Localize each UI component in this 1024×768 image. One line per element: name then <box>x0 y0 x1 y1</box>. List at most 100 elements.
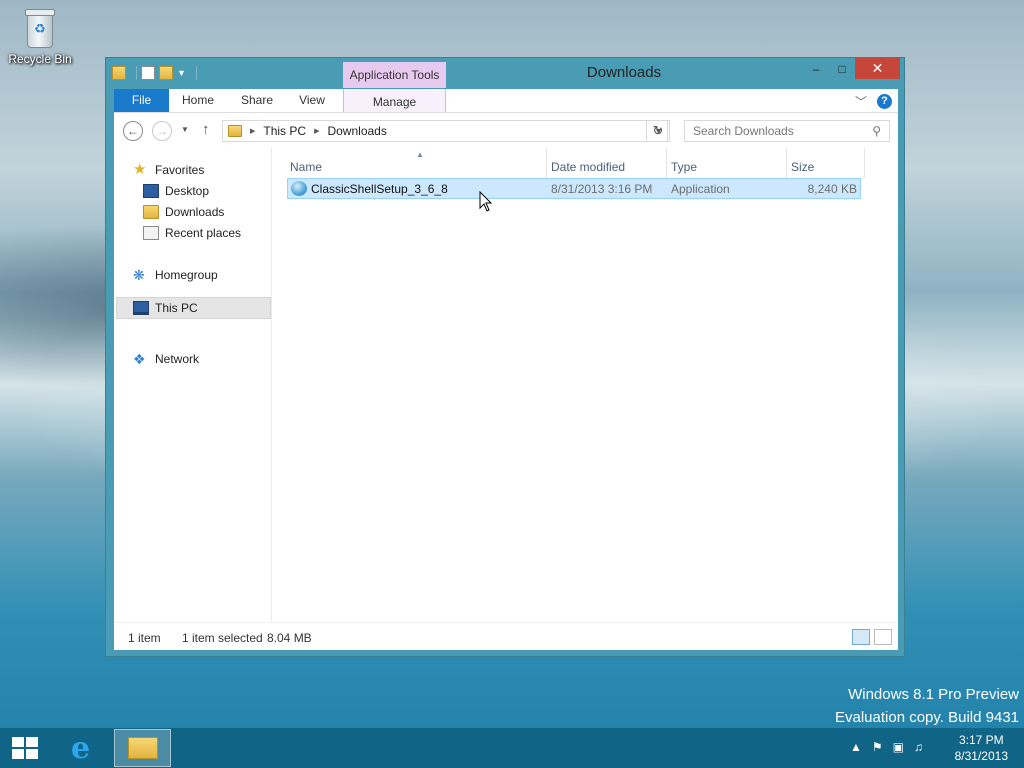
table-row[interactable]: ClassicShellSetup_3_6_8 8/31/2013 3:16 P… <box>287 178 861 199</box>
nav-downloads-label: Downloads <box>165 205 225 219</box>
item-count: 1 item <box>128 631 161 645</box>
breadcrumb-this-pc[interactable]: This PC <box>263 124 306 138</box>
nav-favorites-label: Favorites <box>155 163 205 177</box>
column-divider[interactable] <box>546 148 547 178</box>
title-bar[interactable]: ▼ Application Tools Downloads – □ ✕ <box>106 58 904 88</box>
star-icon: ★ <box>133 161 147 178</box>
tab-share[interactable]: Share <box>234 89 280 112</box>
status-bar: 1 item 1 item selected 8.04 MB <box>114 622 898 650</box>
downloads-folder-icon <box>143 205 159 219</box>
selection-size: 8.04 MB <box>267 631 312 645</box>
tab-home[interactable]: Home <box>174 89 222 112</box>
nav-recent-places-label: Recent places <box>165 226 242 240</box>
breadcrumb-separator-icon[interactable]: ▶ <box>314 127 319 135</box>
recent-places-icon <box>143 226 159 240</box>
content-area: ★ Favorites Desktop Downloads Recent pla… <box>114 148 898 622</box>
downloads-folder-icon <box>228 125 242 137</box>
internet-explorer-icon[interactable]: e <box>52 729 109 767</box>
file-type: Application <box>671 182 730 196</box>
tab-manage[interactable]: Manage <box>343 89 446 112</box>
refresh-button[interactable]: ↻ <box>646 120 670 142</box>
breadcrumb-downloads[interactable]: Downloads <box>327 124 386 138</box>
start-button[interactable] <box>12 737 40 759</box>
nav-homegroup[interactable]: ❋ Homegroup <box>133 265 218 285</box>
folder-icon[interactable] <box>112 66 126 80</box>
file-list: ▲ Name Date modified Type Size ClassicSh… <box>280 148 890 622</box>
expand-ribbon-chevron-down-icon[interactable]: ﹀ <box>855 93 867 110</box>
breadcrumb-separator-icon[interactable]: ▶ <box>250 127 255 135</box>
computer-icon <box>133 301 149 315</box>
column-divider[interactable] <box>786 148 787 178</box>
divider <box>136 66 137 80</box>
address-bar[interactable]: ▶ This PC ▶ Downloads ▼ <box>222 120 668 142</box>
search-icon: ⚲ <box>872 124 881 138</box>
selection-count: 1 item selected <box>182 631 263 645</box>
navigation-pane: ★ Favorites Desktop Downloads Recent pla… <box>114 148 272 622</box>
column-header-type[interactable]: Type <box>671 160 697 174</box>
help-icon[interactable]: ? <box>877 94 892 109</box>
column-header-size[interactable]: Size <box>791 160 814 174</box>
tab-view[interactable]: View <box>292 89 332 112</box>
recent-locations-chevron-down-icon[interactable]: ▼ <box>181 125 189 134</box>
large-icons-view-button[interactable] <box>874 629 892 645</box>
recycle-bin-desktop-icon[interactable]: ♻ Recycle Bin <box>4 6 76 66</box>
nav-network[interactable]: ❖ Network <box>133 349 199 369</box>
search-box[interactable]: Search Downloads ⚲ <box>684 120 890 142</box>
file-explorer-icon[interactable] <box>114 729 171 767</box>
desktop-icon <box>143 184 159 198</box>
column-header-date-modified[interactable]: Date modified <box>551 160 625 174</box>
watermark-line-2: Evaluation copy. Build 9431 <box>834 709 1019 726</box>
column-header-name[interactable]: Name <box>290 160 322 174</box>
network-icon: ❖ <box>133 351 146 367</box>
search-input[interactable]: Search Downloads <box>693 124 794 138</box>
nav-this-pc[interactable]: This PC <box>116 297 271 319</box>
column-divider[interactable] <box>666 148 667 178</box>
evaluation-watermark: Windows 8.1 Pro Preview Evaluation copy.… <box>835 683 1019 729</box>
ribbon-tabs: File Home Share View Manage ﹀ ? <box>114 89 898 112</box>
file-date-modified: 8/31/2013 3:16 PM <box>551 182 653 196</box>
file-explorer-window: ▼ Application Tools Downloads – □ ✕ File… <box>105 57 905 657</box>
mouse-cursor-icon <box>479 191 493 212</box>
address-toolbar: ← → ▼ ↑ ▶ This PC ▶ Downloads ▼ ↻ Search… <box>114 112 898 148</box>
system-tray: ▲ ⚑ ▣ ♫ <box>850 740 923 754</box>
back-button[interactable]: ← <box>123 121 143 141</box>
nav-recent-places[interactable]: Recent places <box>143 223 241 243</box>
recycle-bin-icon: ♻ <box>23 6 57 50</box>
clock-date: 8/31/2013 <box>954 749 1008 763</box>
details-view-button[interactable] <box>852 629 870 645</box>
nav-this-pc-label: This PC <box>155 301 198 315</box>
volume-icon[interactable]: ♫ <box>914 740 923 754</box>
maximize-button[interactable]: □ <box>829 58 855 79</box>
clock[interactable]: 3:17 PM 8/31/2013 <box>955 732 1008 764</box>
quick-access-toolbar: ▼ <box>112 64 197 82</box>
column-divider[interactable] <box>864 148 865 178</box>
application-tools-label: Application Tools <box>343 62 446 88</box>
action-center-flag-icon[interactable]: ⚑ <box>872 740 883 754</box>
nav-homegroup-label: Homegroup <box>155 268 218 282</box>
homegroup-icon: ❋ <box>133 267 145 283</box>
divider <box>195 66 197 80</box>
close-button[interactable]: ✕ <box>855 58 900 79</box>
show-hidden-icons-icon[interactable]: ▲ <box>850 740 862 754</box>
window-title: Downloads <box>586 64 662 81</box>
sort-ascending-icon: ▲ <box>416 150 424 159</box>
tab-file[interactable]: File <box>114 89 169 112</box>
clock-time: 3:17 PM <box>958 733 1004 747</box>
application-icon <box>291 181 307 196</box>
new-folder-icon[interactable] <box>159 66 173 80</box>
properties-icon[interactable] <box>141 66 155 80</box>
network-status-icon[interactable]: ▣ <box>893 740 904 754</box>
taskbar: e ▲ ⚑ ▣ ♫ 3:17 PM 8/31/2013 <box>0 728 1024 768</box>
customize-toolbar-icon[interactable]: ▼ <box>177 68 186 78</box>
nav-desktop-label: Desktop <box>165 184 210 198</box>
minimize-button[interactable]: – <box>803 58 829 79</box>
nav-downloads[interactable]: Downloads <box>143 202 224 222</box>
file-name[interactable]: ClassicShellSetup_3_6_8 <box>311 182 448 196</box>
nav-desktop[interactable]: Desktop <box>143 181 209 201</box>
nav-network-label: Network <box>155 352 200 366</box>
forward-button[interactable]: → <box>152 121 172 141</box>
watermark-line-1: Windows 8.1 Pro Preview <box>848 686 1019 703</box>
recycle-bin-label: Recycle Bin <box>8 52 72 66</box>
up-arrow-icon[interactable]: ↑ <box>202 121 210 138</box>
nav-favorites[interactable]: ★ Favorites <box>133 160 204 180</box>
